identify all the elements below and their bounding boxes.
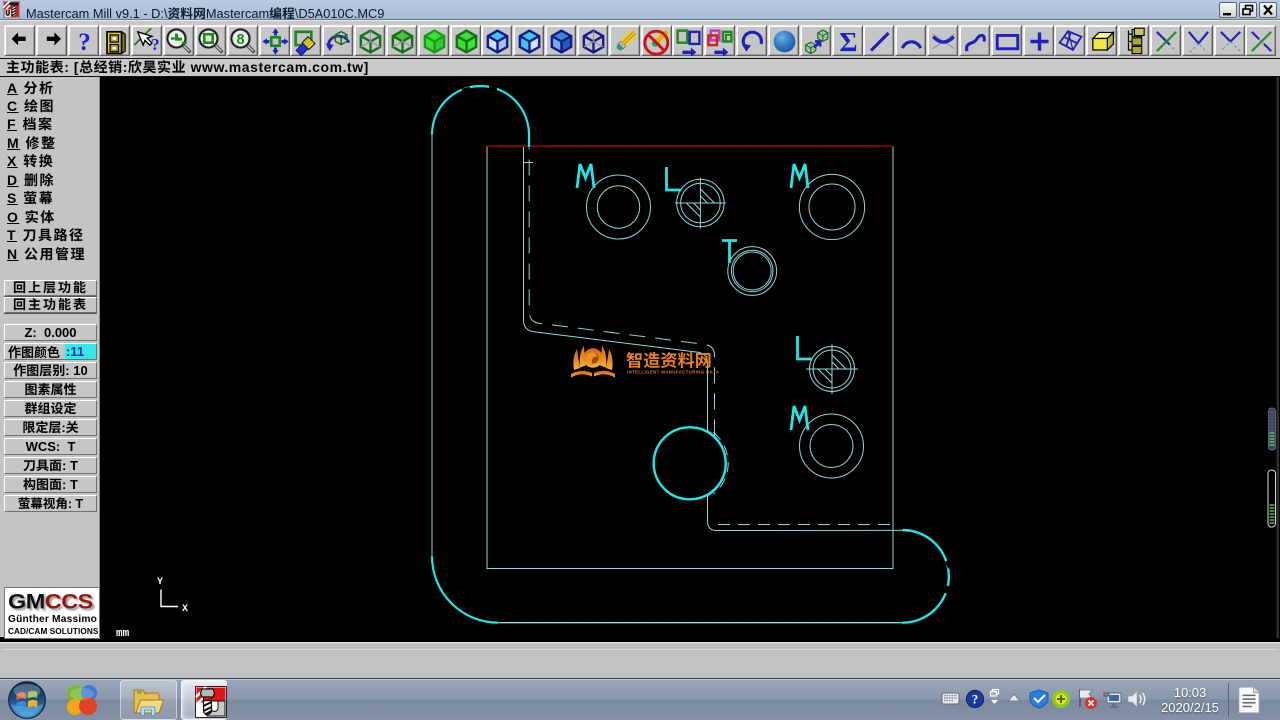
svg-text:智造资料网: 智造资料网: [626, 347, 712, 372]
svg-text:INTELLIGENT MANUFACTURING DATA: INTELLIGENT MANUFACTURING DATA: [627, 370, 720, 375]
svg-text:?: ?: [78, 28, 91, 56]
svg-text:?: ?: [151, 35, 159, 54]
svg-text:Y: Y: [157, 577, 163, 588]
svg-text:mm: mm: [116, 628, 130, 638]
svg-text:Σ: Σ: [839, 27, 857, 56]
svg-text:8: 8: [236, 32, 244, 48]
svg-text:X: X: [182, 604, 188, 615]
svg-text:?: ?: [972, 691, 979, 706]
